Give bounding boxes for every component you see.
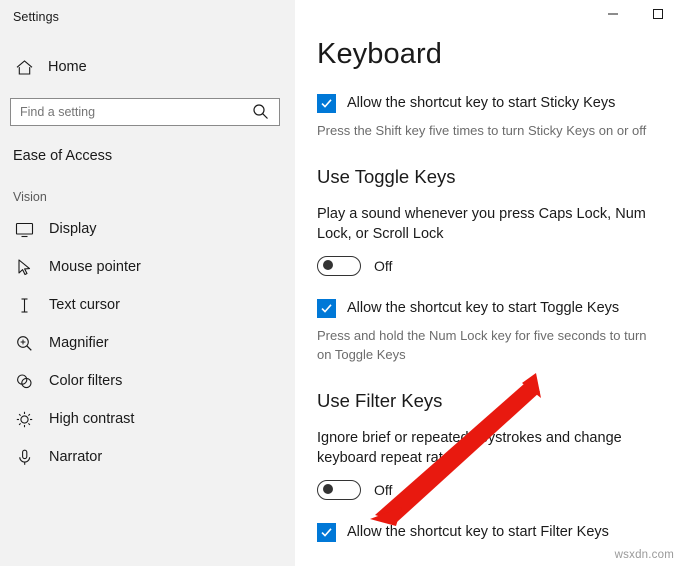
sidebar-item-text-cursor-label: Text cursor — [49, 297, 120, 313]
sidebar-item-display[interactable]: Display — [0, 210, 295, 248]
search-field-wrapper[interactable] — [10, 98, 280, 126]
filter-keys-heading: Use Filter Keys — [317, 390, 443, 411]
high-contrast-icon — [14, 409, 34, 429]
sidebar-item-mouse-pointer-label: Mouse pointer — [49, 259, 141, 275]
sticky-keys-shortcut-checkbox[interactable] — [317, 94, 336, 113]
sidebar-section-heading: Ease of Access — [13, 148, 113, 164]
sidebar-item-color-filters-label: Color filters — [49, 373, 123, 389]
sidebar-item-narrator-label: Narrator — [49, 449, 103, 465]
window-title: Settings — [13, 10, 59, 24]
toggle-keys-shortcut-checkbox-row[interactable]: Allow the shortcut key to start Toggle K… — [317, 298, 666, 318]
main-panel: Keyboard Allow the shortcut key to start… — [295, 0, 680, 566]
toggle-keys-shortcut-label: Allow the shortcut key to start Toggle K… — [347, 300, 620, 316]
filter-keys-description: Ignore brief or repeated keystrokes and … — [317, 430, 622, 466]
filter-keys-switch-knob — [323, 484, 333, 494]
sidebar-item-high-contrast[interactable]: High contrast — [0, 400, 295, 438]
toggle-keys-switch-row[interactable]: Off — [317, 256, 666, 276]
sidebar-item-magnifier[interactable]: Magnifier — [0, 324, 295, 362]
sidebar-nav-list: Display Mouse pointer Text cursor Magnif… — [0, 210, 295, 476]
sidebar-item-narrator[interactable]: Narrator — [0, 438, 295, 476]
sidebar-item-high-contrast-label: High contrast — [49, 411, 135, 427]
filter-keys-switch[interactable] — [317, 480, 361, 500]
sidebar-item-mouse-pointer[interactable]: Mouse pointer — [0, 248, 295, 286]
toggle-keys-shortcut-checkbox[interactable] — [317, 299, 336, 318]
color-filters-icon — [14, 371, 34, 391]
search-input[interactable] — [10, 98, 280, 126]
watermark: wsxdn.com — [614, 549, 674, 561]
magnifier-icon — [14, 333, 34, 353]
filter-keys-shortcut-checkbox[interactable] — [317, 523, 336, 542]
toggle-keys-switch-state: Off — [374, 258, 393, 274]
monitor-icon — [14, 219, 34, 239]
sidebar-item-text-cursor[interactable]: Text cursor — [0, 286, 295, 324]
sidebar-item-color-filters[interactable]: Color filters — [0, 362, 295, 400]
search-icon[interactable] — [252, 103, 270, 121]
sidebar-group-label: Vision — [13, 190, 47, 204]
maximize-button[interactable] — [635, 0, 680, 28]
toggle-keys-switch[interactable] — [317, 256, 361, 276]
toggle-keys-heading: Use Toggle Keys — [317, 166, 456, 187]
sidebar-item-display-label: Display — [49, 221, 97, 237]
narrator-icon — [14, 447, 34, 467]
minimize-button[interactable] — [590, 0, 635, 28]
toggle-keys-switch-knob — [323, 260, 333, 270]
sticky-keys-shortcut-checkbox-row[interactable]: Allow the shortcut key to start Sticky K… — [317, 93, 666, 113]
sidebar-item-home-label: Home — [48, 59, 87, 75]
toggle-keys-help-text: Press and hold the Num Lock key for five… — [317, 328, 647, 362]
sticky-keys-shortcut-label: Allow the shortcut key to start Sticky K… — [347, 95, 616, 111]
settings-window: Settings Home Ease of Access Vision — [0, 0, 680, 566]
filter-keys-switch-state: Off — [374, 482, 393, 498]
filter-keys-shortcut-label: Allow the shortcut key to start Filter K… — [347, 524, 609, 540]
filter-keys-shortcut-checkbox-row[interactable]: Allow the shortcut key to start Filter K… — [317, 522, 666, 542]
window-controls — [590, 0, 680, 28]
filter-keys-switch-row[interactable]: Off — [317, 480, 666, 500]
cursor-icon — [14, 257, 34, 277]
text-cursor-icon — [14, 295, 34, 315]
sidebar: Settings Home Ease of Access Vision — [0, 0, 295, 566]
main-content: Allow the shortcut key to start Sticky K… — [295, 93, 680, 542]
toggle-keys-description: Play a sound whenever you press Caps Loc… — [317, 206, 646, 242]
home-icon — [14, 57, 34, 77]
sidebar-item-magnifier-label: Magnifier — [49, 335, 109, 351]
sticky-keys-help-text: Press the Shift key five times to turn S… — [317, 123, 647, 138]
sidebar-item-home[interactable]: Home — [0, 50, 295, 84]
